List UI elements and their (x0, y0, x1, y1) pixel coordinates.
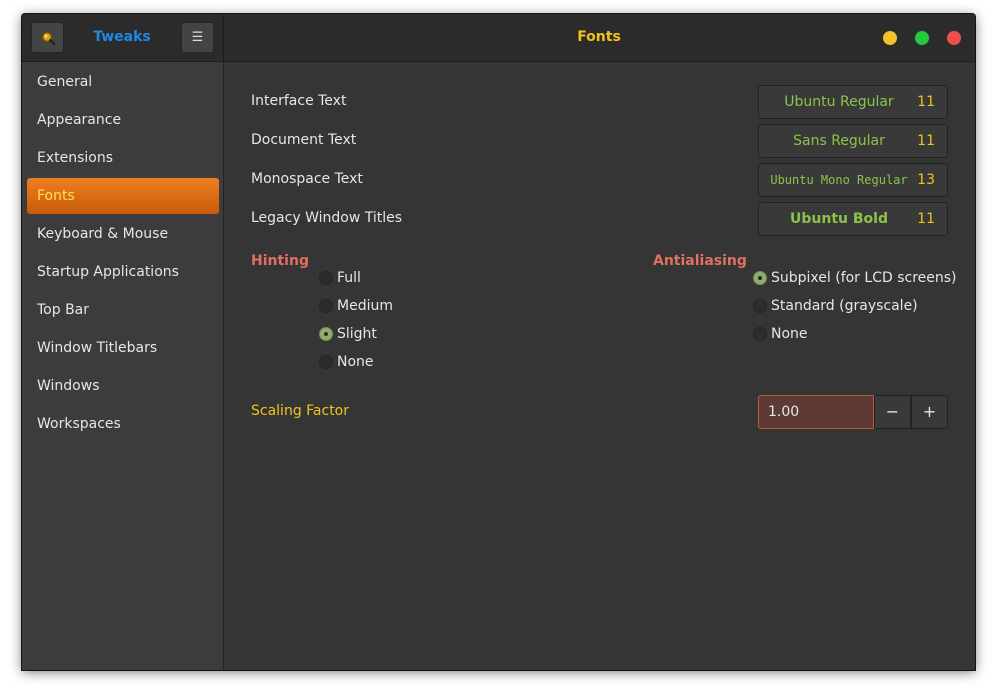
document-text-label: Document Text (251, 132, 357, 148)
radio-dot (753, 271, 767, 285)
scaling-decrease-button[interactable]: − (874, 395, 911, 429)
sidebar-item-workspaces[interactable]: Workspaces (27, 406, 219, 442)
antialiasing-option-subpixel[interactable]: Subpixel (for LCD screens) (753, 268, 957, 288)
hinting-option-medium[interactable]: Medium (319, 296, 393, 316)
close-icon[interactable] (947, 31, 961, 45)
font-name: Ubuntu Regular (784, 94, 894, 110)
sidebar-item-general[interactable]: General (27, 64, 219, 100)
sidebar-item-startup-applications[interactable]: Startup Applications (27, 254, 219, 290)
antialiasing-label: Antialiasing (653, 253, 747, 269)
hamburger-menu-icon: ☰ (191, 30, 204, 45)
interface-font-button[interactable]: Ubuntu Regular 11 (758, 85, 948, 119)
hinting-label: Hinting (251, 253, 309, 269)
antialiasing-option-standard[interactable]: Standard (grayscale) (753, 296, 918, 316)
sidebar-item-keyboard-mouse[interactable]: Keyboard & Mouse (27, 216, 219, 252)
sidebar-item-top-bar[interactable]: Top Bar (27, 292, 219, 328)
legacy-window-titles-font-button[interactable]: Ubuntu Bold 11 (758, 202, 948, 236)
maximize-icon[interactable] (915, 31, 929, 45)
interface-text-label: Interface Text (251, 93, 347, 109)
radio-dot (753, 299, 767, 313)
sidebar-item-extensions[interactable]: Extensions (27, 140, 219, 176)
font-name: Sans Regular (793, 133, 885, 149)
antialiasing-option-none[interactable]: None (753, 324, 808, 344)
legacy-window-titles-label: Legacy Window Titles (251, 210, 403, 226)
radio-dot (319, 299, 333, 313)
radio-label: Medium (337, 298, 393, 314)
radio-label: None (771, 326, 808, 342)
radio-label: Full (337, 270, 361, 286)
minimize-icon[interactable] (883, 31, 897, 45)
sidebar-item-window-titlebars[interactable]: Window Titlebars (27, 330, 219, 366)
fonts-panel: Interface Text Ubuntu Regular 11 Documen… (224, 62, 975, 670)
tweaks-window: Tweaks ☰ Fonts General Appearance Extens… (22, 14, 975, 670)
scaling-factor-label: Scaling Factor (251, 403, 350, 419)
radio-dot (319, 271, 333, 285)
hinting-option-none[interactable]: None (319, 352, 374, 372)
radio-label: Subpixel (for LCD screens) (771, 270, 957, 286)
radio-label: Slight (337, 326, 377, 342)
font-size: 11 (917, 211, 935, 227)
monospace-font-button[interactable]: Ubuntu Mono Regular 13 (758, 163, 948, 197)
app-title: Tweaks (93, 29, 151, 45)
radio-dot (319, 355, 333, 369)
header-bar: Tweaks ☰ Fonts (22, 14, 975, 62)
radio-label: None (337, 354, 374, 370)
document-font-button[interactable]: Sans Regular 11 (758, 124, 948, 158)
scaling-increase-button[interactable]: + (911, 395, 948, 429)
font-name: Ubuntu Mono Regular (770, 173, 908, 187)
radio-label: Standard (grayscale) (771, 298, 918, 314)
menu-button[interactable]: ☰ (181, 22, 214, 53)
sidebar: General Appearance Extensions Fonts Keyb… (22, 62, 224, 670)
search-button[interactable] (31, 22, 64, 53)
monospace-text-label: Monospace Text (251, 171, 363, 187)
hinting-option-full[interactable]: Full (319, 268, 361, 288)
sidebar-item-appearance[interactable]: Appearance (27, 102, 219, 138)
search-icon (41, 31, 55, 45)
font-size: 11 (917, 94, 935, 110)
radio-dot (319, 327, 333, 341)
sidebar-item-windows[interactable]: Windows (27, 368, 219, 404)
font-name: Ubuntu Bold (790, 211, 888, 227)
radio-dot (753, 327, 767, 341)
font-size: 13 (917, 172, 935, 188)
scaling-factor-input[interactable]: 1.00 (758, 395, 874, 429)
page-title: Fonts (577, 29, 621, 45)
sidebar-header: Tweaks ☰ (22, 14, 224, 61)
sidebar-item-fonts[interactable]: Fonts (27, 178, 219, 214)
font-size: 11 (917, 133, 935, 149)
hinting-option-slight[interactable]: Slight (319, 324, 377, 344)
